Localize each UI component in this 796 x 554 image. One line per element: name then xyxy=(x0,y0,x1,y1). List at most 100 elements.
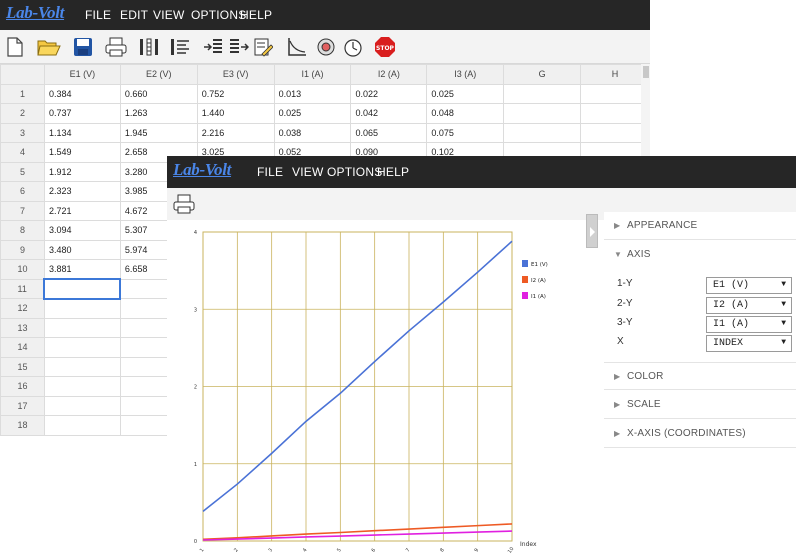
table-cell[interactable]: 0.022 xyxy=(350,83,428,104)
table-cell[interactable]: 0.025 xyxy=(273,103,352,124)
menu-view[interactable]: VIEW xyxy=(292,165,323,179)
row-number[interactable]: 8 xyxy=(0,220,45,241)
stop-icon[interactable]: STOP xyxy=(372,34,398,60)
new-file-icon[interactable] xyxy=(2,34,28,60)
graph-icon[interactable] xyxy=(284,34,310,60)
table-cell[interactable] xyxy=(580,103,650,124)
scale-section[interactable]: ▶ SCALE xyxy=(604,391,796,419)
menu-file[interactable]: FILE xyxy=(257,165,283,179)
table-cell[interactable]: 2.323 xyxy=(43,181,121,202)
menu-view[interactable]: VIEW xyxy=(153,8,184,22)
row-settings-icon[interactable] xyxy=(226,34,252,60)
menu-help[interactable]: HELP xyxy=(377,165,409,179)
table-cell[interactable] xyxy=(43,317,121,338)
row-number[interactable]: 13 xyxy=(0,317,45,338)
axis-section[interactable]: ▼ AXIS xyxy=(604,241,796,269)
column-header[interactable]: E3 (V) xyxy=(196,64,275,85)
insert-row-icon[interactable] xyxy=(200,34,226,60)
menu-options[interactable]: OPTIONS xyxy=(327,165,382,179)
menu-edit[interactable]: EDIT xyxy=(120,8,148,22)
scrollbar-thumb[interactable] xyxy=(643,66,649,78)
column-header[interactable]: H xyxy=(580,64,650,85)
table-cell[interactable]: 0.737 xyxy=(43,103,121,124)
table-cell[interactable] xyxy=(43,337,121,358)
row-number[interactable]: 2 xyxy=(0,103,45,124)
table-cell[interactable] xyxy=(43,434,121,436)
table-cell[interactable] xyxy=(43,395,121,416)
table-cell[interactable] xyxy=(43,278,122,300)
row-number[interactable]: 19 xyxy=(0,434,45,436)
row-number[interactable]: 10 xyxy=(0,259,45,280)
column-header[interactable]: G xyxy=(503,64,582,85)
axis-3y-select[interactable]: I1 (A) ▼ xyxy=(706,316,792,333)
menu-file[interactable]: FILE xyxy=(85,8,111,22)
table-cell[interactable] xyxy=(503,83,582,104)
row-number[interactable]: 5 xyxy=(0,161,45,182)
table-cell[interactable]: 3.094 xyxy=(43,220,121,241)
table-cell[interactable] xyxy=(43,415,121,436)
column-header[interactable]: I3 (A) xyxy=(426,64,505,85)
table-cell[interactable]: 0.384 xyxy=(43,83,121,104)
table-cell[interactable]: 0.752 xyxy=(196,83,275,104)
table-cell[interactable]: 0.048 xyxy=(426,103,505,124)
table-cell[interactable]: 3.480 xyxy=(43,239,121,260)
table-cell[interactable]: 0.038 xyxy=(273,122,352,143)
table-cell[interactable] xyxy=(580,83,650,104)
column-header[interactable]: I2 (A) xyxy=(350,64,428,85)
row-number[interactable]: 14 xyxy=(0,337,45,358)
axis-x-select[interactable]: INDEX ▼ xyxy=(706,335,792,352)
row-number[interactable]: 15 xyxy=(0,356,45,377)
row-number[interactable]: 11 xyxy=(0,278,45,299)
row-number[interactable]: 12 xyxy=(0,298,45,319)
table-cell[interactable]: 1.549 xyxy=(43,142,121,163)
table-cell[interactable] xyxy=(503,122,582,143)
appearance-section[interactable]: ▶ APPEARANCE xyxy=(604,212,796,240)
insert-column-icon[interactable] xyxy=(136,34,162,60)
table-cell[interactable]: 0.042 xyxy=(350,103,428,124)
table-cell[interactable]: 3.881 xyxy=(43,259,121,280)
table-cell[interactable]: 1.134 xyxy=(43,122,121,143)
row-number[interactable]: 1 xyxy=(0,83,45,104)
table-cell[interactable]: 1.440 xyxy=(196,103,275,124)
axis-2y-select[interactable]: I2 (A) ▼ xyxy=(706,297,792,314)
table-cell[interactable]: 2.216 xyxy=(196,122,275,143)
save-disk-icon[interactable] xyxy=(70,34,96,60)
table-cell[interactable] xyxy=(580,122,650,143)
table-cell[interactable] xyxy=(43,356,121,377)
row-number[interactable]: 16 xyxy=(0,376,45,397)
print-icon[interactable] xyxy=(171,191,197,217)
table-cell[interactable] xyxy=(43,298,121,319)
meter-icon[interactable] xyxy=(313,34,339,60)
open-folder-icon[interactable] xyxy=(36,34,62,60)
table-cell[interactable] xyxy=(503,103,582,124)
table-cell[interactable]: 1.263 xyxy=(119,103,198,124)
table-cell[interactable] xyxy=(43,376,121,397)
print-icon[interactable] xyxy=(103,34,129,60)
column-header[interactable]: E2 (V) xyxy=(119,64,198,85)
column-header[interactable]: I1 (A) xyxy=(273,64,352,85)
row-number[interactable]: 7 xyxy=(0,200,45,221)
table-cell[interactable]: 1.945 xyxy=(119,122,198,143)
table-cell[interactable]: 0.075 xyxy=(426,122,505,143)
row-number[interactable]: 17 xyxy=(0,395,45,416)
table-cell[interactable]: 0.065 xyxy=(350,122,428,143)
panel-toggle-handle[interactable] xyxy=(586,214,598,248)
column-settings-icon[interactable] xyxy=(167,34,193,60)
table-cell[interactable]: 0.660 xyxy=(119,83,198,104)
corner-cell[interactable] xyxy=(0,64,45,85)
timer-icon[interactable] xyxy=(340,34,366,60)
table-cell[interactable]: 0.013 xyxy=(273,83,352,104)
row-number[interactable]: 6 xyxy=(0,181,45,202)
table-cell[interactable]: 0.025 xyxy=(426,83,505,104)
row-number[interactable]: 4 xyxy=(0,142,45,163)
row-number[interactable]: 18 xyxy=(0,415,45,436)
column-header[interactable]: E1 (V) xyxy=(43,64,121,85)
row-number[interactable]: 3 xyxy=(0,122,45,143)
table-cell[interactable]: 1.912 xyxy=(43,161,121,182)
x-axis-coordinates-section[interactable]: ▶ X-AXIS (COORDINATES) xyxy=(604,420,796,448)
edit-icon[interactable] xyxy=(250,34,276,60)
color-section[interactable]: ▶ COLOR xyxy=(604,362,796,390)
row-number[interactable]: 9 xyxy=(0,239,45,260)
menu-help[interactable]: HELP xyxy=(240,8,272,22)
menu-options[interactable]: OPTIONS xyxy=(191,8,246,22)
